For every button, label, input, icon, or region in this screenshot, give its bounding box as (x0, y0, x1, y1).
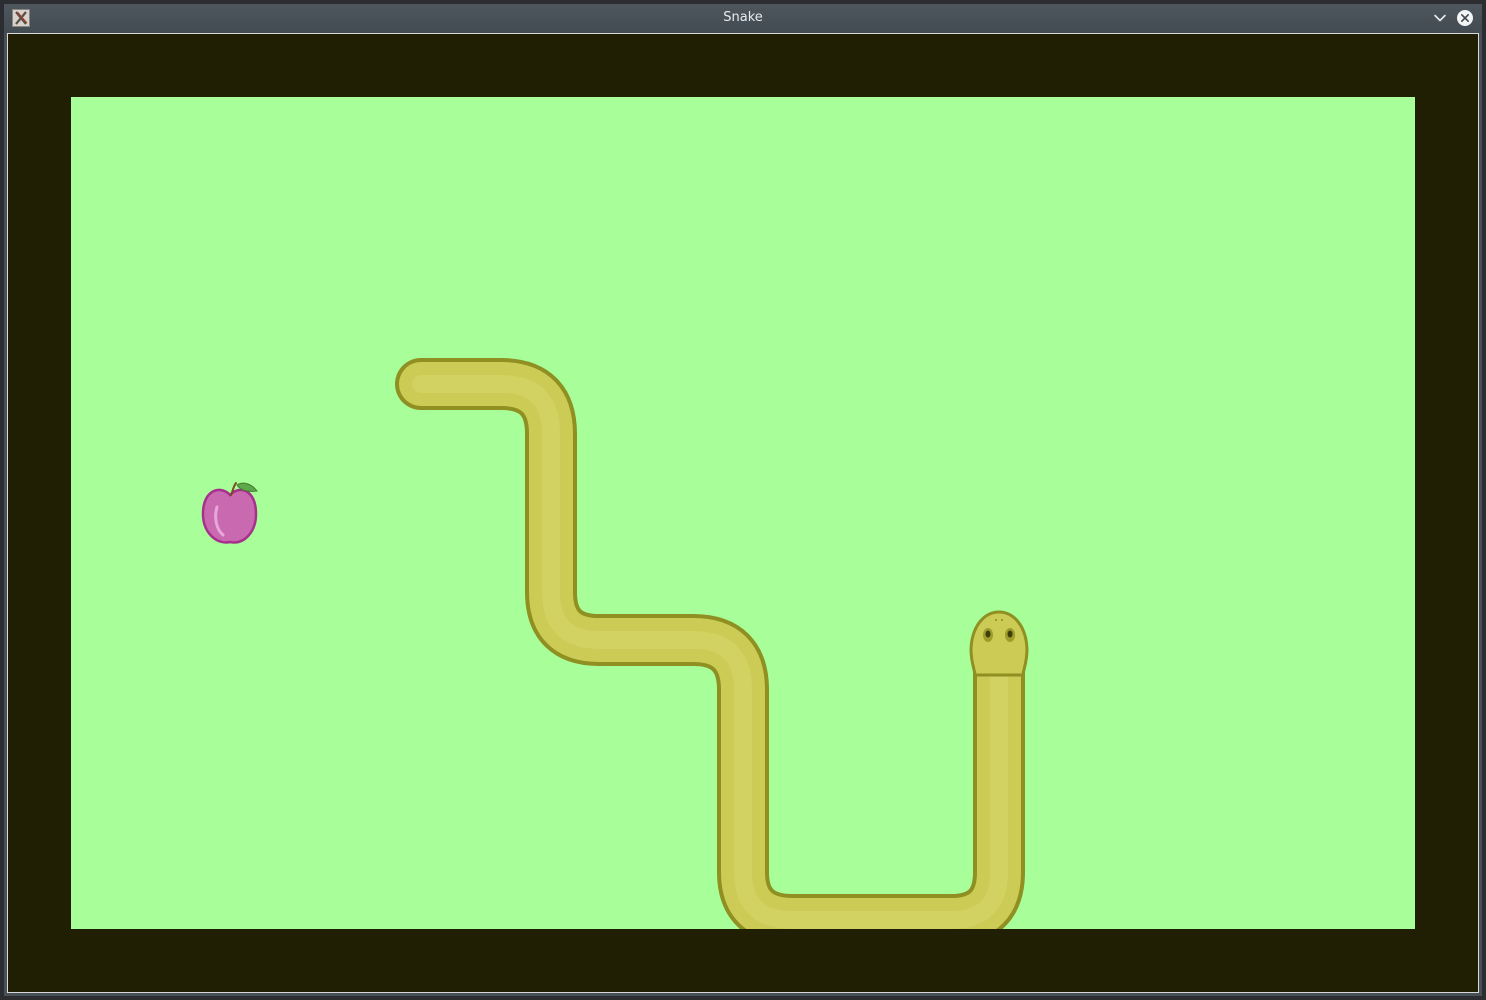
close-button[interactable] (1456, 9, 1474, 27)
close-circle-icon (1457, 10, 1473, 26)
game-board[interactable] (71, 97, 1415, 929)
game-area[interactable] (7, 33, 1479, 993)
window-title: Snake (723, 10, 763, 25)
snake-window: Snake (4, 4, 1482, 996)
chevron-down-icon (1434, 14, 1446, 22)
title-bar[interactable]: Snake (4, 4, 1482, 33)
snake-head-icon (969, 610, 1029, 677)
game-board-canvas (201, 358, 1029, 929)
minimize-button[interactable] (1431, 9, 1449, 27)
apple-icon (201, 482, 258, 544)
snake (395, 358, 1029, 929)
